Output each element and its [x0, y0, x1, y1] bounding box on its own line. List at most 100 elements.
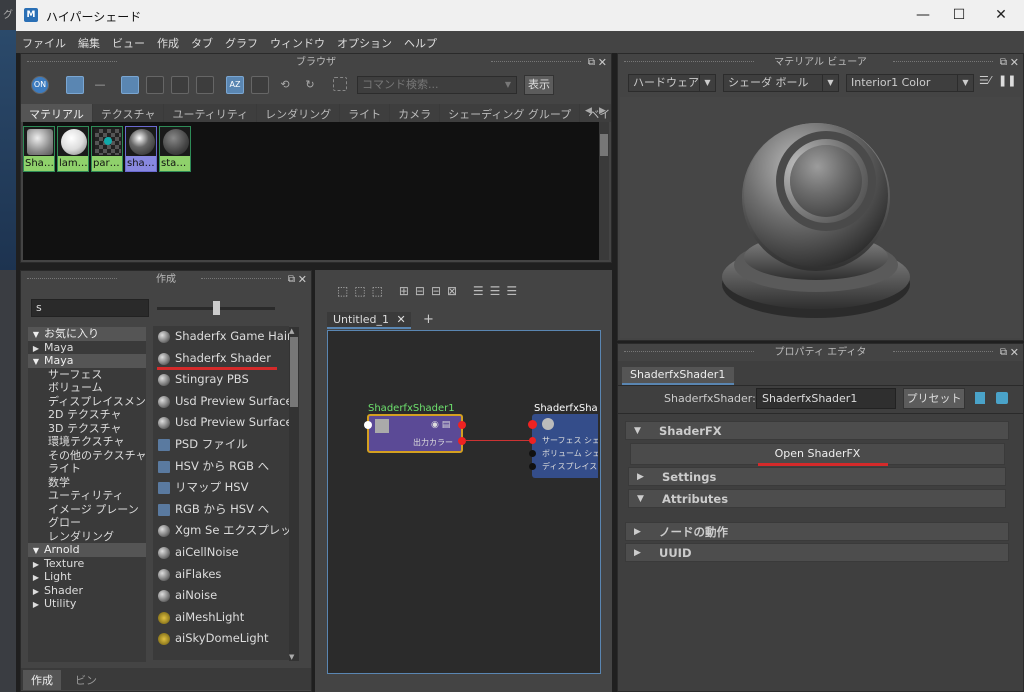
tree-item[interactable]: レンダリング [28, 530, 146, 544]
section-shaderfx[interactable]: ▼ ShaderFX [625, 421, 1009, 440]
swatch-lambert[interactable]: lam… [57, 126, 89, 172]
refresh-icon[interactable]: ↻ [301, 76, 319, 94]
node-list-item[interactable]: Xgm Se エクスプレッ… [153, 520, 289, 542]
material-preview-viewport[interactable] [620, 97, 1021, 338]
tab-scroll-left-icon[interactable]: ◀ [585, 106, 592, 116]
preset-button[interactable]: プリセット [903, 388, 965, 409]
node-list-scrollbar[interactable]: ▲ ▼ [289, 327, 299, 661]
tree-expander-icon[interactable]: ▶ [28, 598, 44, 612]
tree-expander-icon[interactable]: ▼ [28, 355, 44, 369]
node-options-icon[interactable]: ◉ ▤ [431, 420, 450, 430]
slider-handle[interactable] [213, 301, 220, 315]
scrollbar-thumb[interactable] [290, 337, 298, 407]
tree-expander-icon[interactable]: ▼ [28, 544, 44, 558]
sort-time-icon[interactable]: ⟲ [276, 76, 294, 94]
tab-create[interactable]: 作成 [23, 670, 61, 690]
browser-tab[interactable]: カメラ [390, 104, 441, 122]
node-list-item[interactable]: aiSkyDomeLight [153, 628, 289, 650]
menu-item[interactable]: オプション [331, 31, 398, 51]
browser-tab[interactable]: シェーディング グループ [440, 104, 581, 122]
command-search-input[interactable]: コマンド検索... ▼ [357, 76, 517, 94]
panel-close-icon[interactable]: ✕ [1010, 344, 1019, 361]
node-list-item[interactable]: Shaderfx Shader [153, 348, 289, 370]
tree-item[interactable]: ▶ Shader [28, 584, 146, 598]
volume-input-dot[interactable] [529, 450, 536, 457]
node-list-item[interactable]: PSD ファイル [153, 434, 289, 456]
tree-item[interactable]: ▼ Arnold [28, 543, 146, 557]
node-list-item[interactable]: Usd Preview Surface [153, 391, 289, 413]
node2-input-dot[interactable] [528, 420, 537, 429]
graph-tab-untitled[interactable]: Untitled_1 ✕ [327, 312, 411, 329]
list-view-icon[interactable]: — [91, 76, 109, 94]
menu-item[interactable]: ファイル [16, 31, 72, 51]
tree-item[interactable]: ▶ Light [28, 570, 146, 584]
node-list-item[interactable]: Stingray PBS [153, 369, 289, 391]
node-list-item[interactable]: aiMeshLight [153, 607, 289, 629]
tree-item[interactable]: ▼ お気に入り [28, 327, 146, 341]
renderer-dropdown[interactable]: ハードウェア ▼ [628, 74, 716, 92]
input-port-dot[interactable] [364, 421, 372, 429]
tree-item[interactable]: 数学 [28, 476, 146, 490]
menu-item[interactable]: タブ [185, 31, 219, 51]
node-list-item[interactable]: リマップ HSV [153, 477, 289, 499]
tree-expander-icon[interactable]: ▼ [28, 328, 44, 342]
tree-item[interactable]: 環境テクスチャ [28, 435, 146, 449]
menu-item[interactable]: ヘルプ [398, 31, 443, 51]
node-list-item[interactable]: HSV から RGB へ [153, 456, 289, 478]
tree-item[interactable]: ボリューム [28, 381, 146, 395]
output-color-dot[interactable] [458, 437, 466, 445]
swatch-particle[interactable]: par… [91, 126, 123, 172]
minimize-icon[interactable]: — [908, 4, 938, 26]
swatch-shaderfx[interactable]: Sha… [23, 126, 55, 172]
tree-expander-icon[interactable]: ▶ [28, 571, 44, 585]
tree-item[interactable]: その他のテクスチャ [28, 449, 146, 463]
copy-tab-icon[interactable] [996, 392, 1008, 404]
section-uuid[interactable]: ▶ UUID [625, 543, 1009, 562]
tree-item[interactable]: ▶ Maya [28, 341, 146, 355]
sort-type-icon[interactable] [251, 76, 269, 94]
show-node-icon[interactable] [975, 392, 985, 404]
xlarge-icon-view-icon[interactable] [196, 76, 214, 94]
large-icon-view-icon[interactable] [171, 76, 189, 94]
panel-close-icon[interactable]: ✕ [598, 54, 607, 71]
select-icon[interactable] [333, 77, 347, 91]
menu-item[interactable]: ビュー [106, 31, 151, 51]
graph-toolbar-icons[interactable]: ⬚⬚⬚ ⊞⊟⊟⊠ ☰☰☰ [337, 284, 607, 298]
tab-shaderfxshader1[interactable]: ShaderfxShader1 [622, 367, 734, 385]
shaderfx-node[interactable]: ◉ ▤ 出力カラー [367, 414, 463, 453]
output-port-dot[interactable] [458, 421, 466, 429]
tree-item[interactable]: ▶ Utility [28, 597, 146, 611]
section-attributes[interactable]: ▼ Attributes [628, 489, 1006, 508]
tree-item[interactable]: 2D テクスチャ [28, 408, 146, 422]
environment-dropdown[interactable]: Interior1 Color ▼ [846, 74, 974, 92]
shape-dropdown[interactable]: シェーダ ボール ▼ [723, 74, 839, 92]
tree-item[interactable]: ▶ Texture [28, 557, 146, 571]
tab-close-icon[interactable]: ✕ [397, 313, 406, 326]
shading-group-node[interactable]: サーフェス シェー ボリューム シェー ディスプレイスメン [532, 414, 598, 478]
browser-tab[interactable]: ライト [340, 104, 391, 122]
tree-expander-icon[interactable]: ▶ [28, 585, 44, 599]
pause-icon[interactable]: ❚❚ [998, 74, 1016, 87]
node-list-item[interactable]: Usd Preview Surface [153, 412, 289, 434]
tree-item[interactable]: ライト [28, 462, 146, 476]
browser-tab[interactable]: ユーティリティ [164, 104, 258, 122]
section-settings[interactable]: ▶ Settings [628, 467, 1006, 486]
medium-icon-view-icon[interactable] [146, 76, 164, 94]
browser-tab[interactable]: マテリアル [21, 104, 93, 122]
sort-name-icon[interactable]: AZ [226, 76, 244, 94]
swatch-standard-surface[interactable]: sta… [159, 126, 191, 172]
shader-name-field[interactable]: ShaderfxShader1 [756, 388, 896, 409]
tree-expander-icon[interactable]: ▶ [28, 342, 44, 356]
float-icon[interactable]: ⧉ [1000, 54, 1007, 71]
swatch-shading-group[interactable]: sha… [125, 126, 157, 172]
toggle-on-icon[interactable]: ON [31, 76, 49, 94]
tree-item[interactable]: ユーティリティ [28, 489, 146, 503]
menu-item[interactable]: グラフ [219, 31, 264, 51]
add-tab-icon[interactable]: + [423, 312, 434, 327]
browser-tab[interactable]: レンダリング [257, 104, 341, 122]
tree-item[interactable]: グロー [28, 516, 146, 530]
maximize-icon[interactable]: ☐ [944, 4, 974, 26]
tree-item[interactable]: ▼ Maya [28, 354, 146, 368]
surface-input-dot[interactable] [529, 437, 536, 444]
swatch-scrollbar[interactable] [599, 122, 609, 260]
